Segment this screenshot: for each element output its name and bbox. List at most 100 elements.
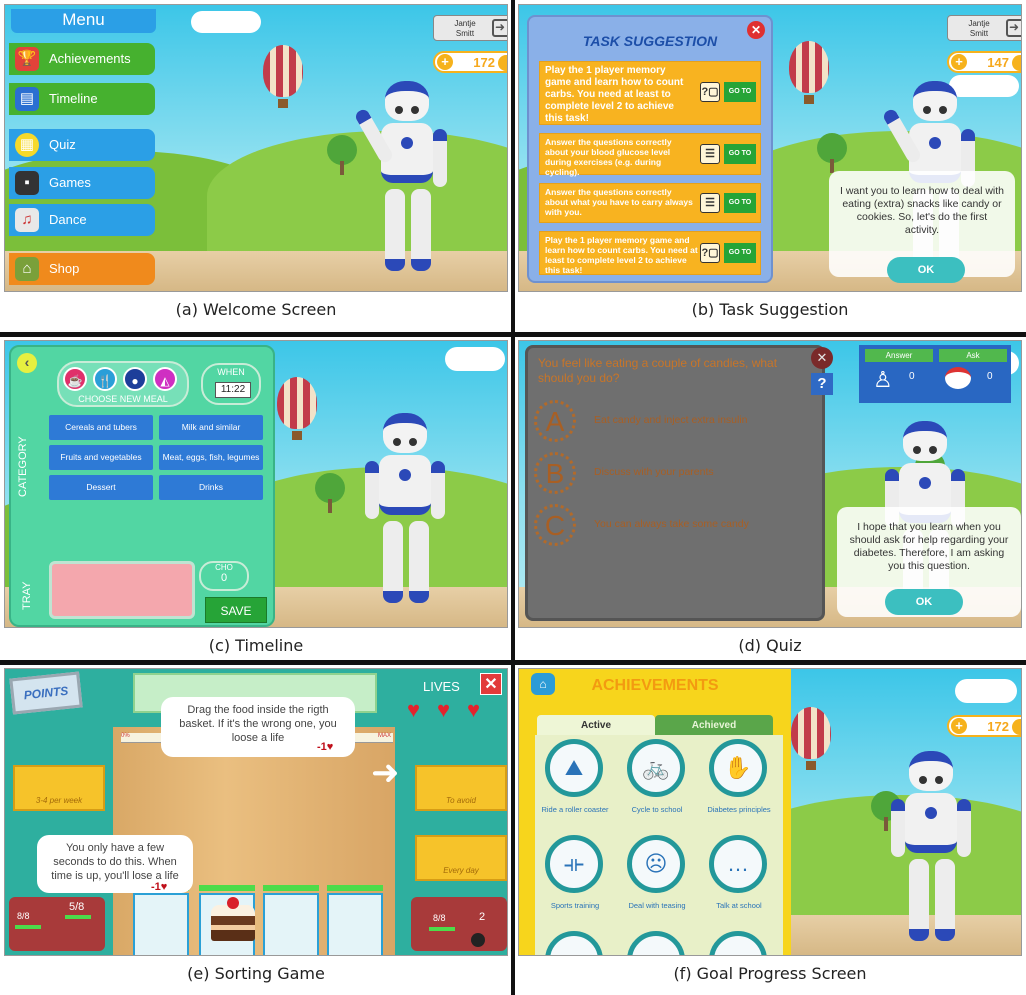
answer-header: Answer [865,349,933,362]
user-logout-box[interactable]: Jantje Smitt [433,15,507,41]
category-button[interactable]: Cereals and tubers [49,415,153,440]
panel-timeline: ‹ ☕ 🍴 ● ◭ CHOOSE NEW MEAL WHEN 11:22 CAT… [4,340,508,628]
ok-button[interactable]: OK [885,589,963,615]
trophy-icon: 🏆 [15,47,39,71]
meal-timeline-panel: ‹ ☕ 🍴 ● ◭ CHOOSE NEW MEAL WHEN 11:22 CAT… [9,345,275,627]
menu-item-games[interactable]: ▪ Games [9,167,155,199]
caption-f: (f) Goal Progress Screen [673,964,867,983]
ok-button[interactable]: OK [887,257,965,283]
speech-text: I hope that you learn when you should as… [849,521,1009,572]
ruler-min: 0% [121,733,130,739]
quiz-option-c[interactable]: C You can always take some candy [534,504,814,548]
child-icon: ♙ [873,367,893,392]
cup-icon[interactable]: ☕ [63,367,87,391]
time-field[interactable]: 11:22 [215,382,251,398]
task-text: Answer the questions correctly about you… [545,137,672,177]
basket-to-avoid[interactable]: To avoid [415,765,507,811]
tab-achieved[interactable]: Achieved [655,715,773,737]
help-icon[interactable]: ? [811,373,833,395]
ask-header: Ask [939,349,1007,362]
coin-count: 147 [987,55,1009,70]
menu-item-label: Achievements [49,51,131,66]
achievement-item[interactable]: ⟛ Sports training [535,831,615,921]
go-to-button[interactable]: GO TO [724,193,756,213]
checklist-icon: ☰ [700,193,720,213]
back-icon[interactable]: ‹ [17,353,37,373]
achievement-grid: ⛰ Ride a roller coaster 🚲 Cycle to schoo… [535,735,783,955]
option-letter: B [534,452,576,494]
dialog-title: TASK SUGGESTION [582,33,718,49]
achievement-item[interactable]: ✋ Diabetes principles [699,735,779,825]
task-text: Answer the questions correctly about wha… [545,187,693,217]
save-button[interactable]: SAVE [205,597,267,623]
add-coins-icon[interactable]: + [951,718,967,734]
add-coins-icon[interactable]: + [437,54,453,70]
vertical-divider [511,0,515,995]
basket-every-day[interactable]: Every day [415,835,507,881]
pizza-icon[interactable]: ◭ [153,367,177,391]
heart-icon: ♥ [407,697,421,722]
category-button[interactable]: Dessert [49,475,153,500]
go-to-button[interactable]: GO TO [724,144,756,164]
cutlery-icon[interactable]: 🍴 [93,367,117,391]
hot-air-balloon-icon [263,45,303,108]
achievement-item[interactable]: ☹ Deal with teasing [617,831,697,921]
stat-value: 8/8 [17,911,30,921]
when-box: WHEN 11:22 [201,363,261,405]
coin-icon [1012,55,1021,71]
category-button[interactable]: Meat, eggs, fish, legumes [159,445,263,470]
achievement-item-partial[interactable] [709,931,767,955]
panel-goal-progress: + 172 ⌂ ACHIEVEMENTS Active Achieved ⛰ R… [518,668,1022,956]
coin-icon [1012,719,1021,735]
coin-balance: + 147 [947,51,1021,73]
category-button[interactable]: Milk and similar [159,415,263,440]
food-slot [327,893,383,955]
category-button[interactable]: Drinks [159,475,263,500]
menu-item-dance[interactable]: ♫ Dance [9,204,155,236]
logout-icon[interactable] [492,19,507,37]
go-to-button[interactable]: GO TO [724,243,756,263]
achievement-item[interactable]: 🚲 Cycle to school [617,735,697,825]
menu-item-achievements[interactable]: 🏆 Achievements [9,43,155,75]
close-icon[interactable]: ✕ [811,347,833,369]
basket-3-4-per-week[interactable]: 3-4 per week [13,765,105,811]
pot-icon[interactable]: ● [123,367,147,391]
add-coins-icon[interactable]: + [951,54,967,70]
go-to-button[interactable]: GO TO [724,82,756,102]
option-text: You can always take some candy [594,518,749,530]
task-text: Play the 1 player memory game and learn … [545,65,684,124]
close-icon[interactable]: ✕ [747,21,765,39]
food-slot [133,893,189,955]
tip-text: You only have a few seconds to do this. … [51,842,179,882]
menu-item-shop[interactable]: ⌂ Shop [9,253,155,285]
tip-time-limit: You only have a few seconds to do this. … [37,835,193,893]
logout-icon[interactable] [1006,19,1021,37]
food-slot [263,893,319,955]
menu-item-timeline[interactable]: ▤ Timeline [9,83,155,115]
tab-active[interactable]: Active [537,715,655,737]
menu-item-quiz[interactable]: ▦ Quiz [9,129,155,161]
coin-balance: + 172 [433,51,507,73]
quiz-icon: ▦ [15,133,39,157]
user-logout-box[interactable]: Jantje Smitt [947,15,1021,41]
achievement-item[interactable]: ⛰ Ride a roller coaster [535,735,615,825]
achievement-item[interactable]: … Talk at school [699,831,779,921]
option-letter: C [534,504,576,546]
achievement-item-partial[interactable] [627,931,685,955]
task-card: Answer the questions correctly about wha… [539,183,761,223]
menu-item-label: Timeline [49,91,98,106]
stat-value: 8/8 [433,913,446,923]
ask-count: 0 [987,371,993,382]
achievement-item-partial[interactable] [545,931,603,955]
menu-item-label: Games [49,175,91,190]
category-button[interactable]: Fruits and vegetables [49,445,153,470]
points-sign: POINTS [9,671,83,715]
quiz-option-a[interactable]: A Eat candy and inject extra insulin [534,400,814,444]
meal-tray[interactable] [49,561,195,619]
close-icon[interactable]: ✕ [480,673,502,695]
coin-count: 172 [473,55,495,70]
user-last-name: Smitt [455,29,475,38]
quiz-option-b[interactable]: B Discuss with your parents [534,452,814,496]
game-icon: ▪ [15,171,39,195]
cake-food-item[interactable] [211,897,255,941]
